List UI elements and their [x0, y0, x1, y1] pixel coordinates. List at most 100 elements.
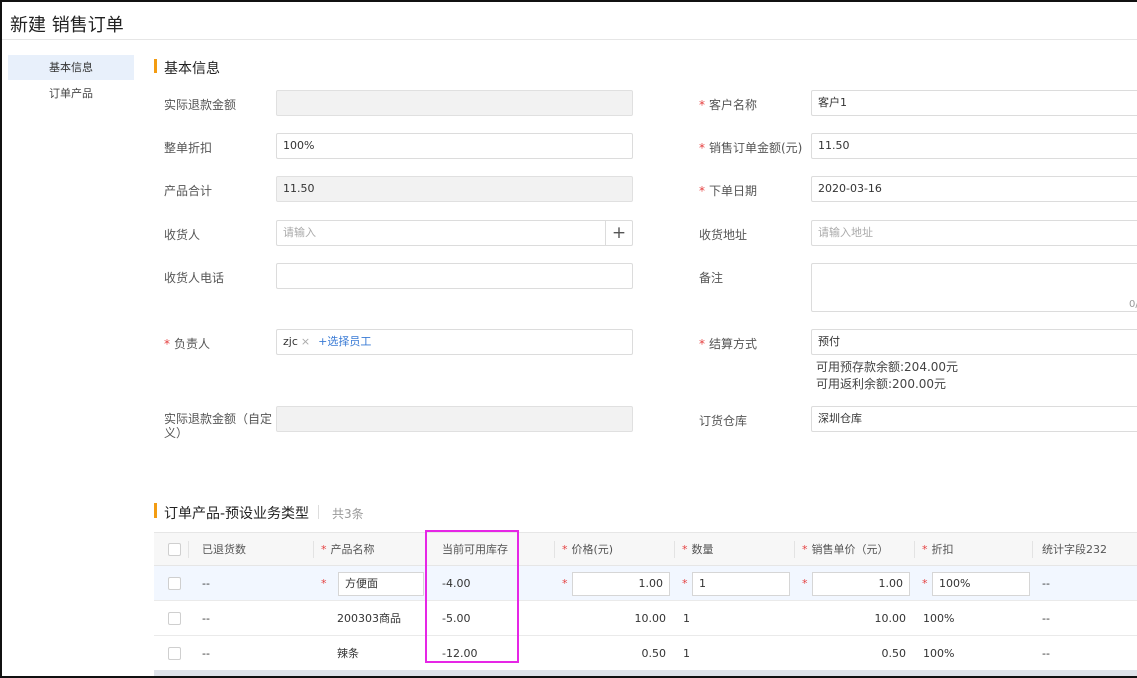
owner-label: * 负责人 — [164, 335, 210, 352]
app-window: 新建 销售订单 基本信息 订单产品 基本信息 实际退款金额 整单折扣 100% … — [0, 0, 1137, 678]
products-table: 已退货数 * 产品名称 当前可用库存 * 价格(元) * 数量 * 销售单价（元） * 折… — [154, 532, 1137, 676]
discount-cell: 100% — [923, 646, 955, 660]
column-header[interactable]: 已退货数 — [202, 533, 246, 565]
required-mark: * — [562, 576, 568, 590]
customer-label: * 客户名称 — [699, 96, 757, 113]
warehouse-label: 订货仓库 — [699, 414, 748, 428]
rebate-balance-text: 可用返利余额:200.00元 — [816, 377, 947, 391]
column-divider — [313, 541, 314, 558]
column-header[interactable]: 当前可用库存 — [442, 533, 508, 565]
owner-tag: zjc — [283, 335, 298, 348]
unit-price-cell: 0.50 — [881, 646, 907, 660]
section-title-products: 订单产品-预设业务类型 — [164, 506, 310, 522]
stock-cell: -12.00 — [442, 646, 478, 660]
order-amount-label: * 销售订单金额(元) — [699, 139, 802, 156]
column-divider — [554, 541, 555, 558]
column-header[interactable]: * 价格(元) — [562, 533, 613, 565]
sidebar-item-basic-info[interactable]: 基本信息 — [8, 55, 134, 80]
returned-qty-cell: -- — [202, 646, 210, 660]
quantity-input[interactable]: 1 — [692, 572, 790, 596]
owner-selector[interactable]: zjc × +选择员工 — [276, 329, 633, 355]
table-header: 已退货数 * 产品名称 当前可用库存 * 价格(元) * 数量 * 销售单价（元） * 折… — [154, 533, 1137, 566]
returned-qty-cell: -- — [202, 611, 210, 625]
row-checkbox[interactable] — [168, 646, 181, 660]
product-count: 共3条 — [332, 507, 364, 521]
required-mark: * — [164, 337, 170, 351]
column-header-label: 数量 — [691, 543, 714, 556]
required-mark: * — [321, 542, 327, 556]
actual-refund-label: 实际退款金额 — [164, 98, 237, 112]
header-divider — [2, 39, 1137, 40]
column-divider — [794, 541, 795, 558]
column-header[interactable]: * 折扣 — [922, 533, 954, 565]
remark-label: 备注 — [699, 271, 724, 285]
remark-char-counter: 0/ — [1129, 299, 1137, 310]
column-header-label: 销售单价（元） — [811, 543, 889, 556]
receiver-phone-input[interactable] — [276, 263, 633, 289]
receiver-phone-label: 收货人电话 — [164, 271, 225, 285]
remark-textarea[interactable]: 0/ — [811, 263, 1137, 312]
select-all-checkbox[interactable] — [168, 542, 181, 556]
required-mark: * — [802, 576, 808, 590]
section-title-basic: 基本信息 — [164, 61, 220, 77]
product-name-cell: 辣条 — [337, 647, 359, 660]
order-date-input[interactable]: 2020-03-16 — [811, 176, 1137, 202]
unit-price-input[interactable]: 1.00 — [812, 572, 910, 596]
address-input[interactable]: 请输入地址 — [811, 220, 1137, 246]
stock-cell: -4.00 — [442, 576, 471, 590]
order-date-label: * 下单日期 — [699, 182, 757, 199]
tag-close-icon[interactable]: × — [301, 335, 310, 348]
product-total-input[interactable]: 11.50 — [276, 176, 633, 202]
column-divider — [188, 541, 189, 558]
receiver-input[interactable]: 请输入 + — [276, 220, 633, 246]
order-amount-input[interactable]: 11.50 — [811, 133, 1137, 159]
column-header[interactable]: * 销售单价（元） — [802, 533, 889, 565]
section-accent-bar — [154, 503, 157, 518]
price-input[interactable]: 1.00 — [572, 572, 670, 596]
table-row[interactable]: -- 辣条 -12.00 0.50 1 0.50 100% -- — [154, 636, 1137, 671]
prepaid-balance-text: 可用预存款余额:204.00元 — [816, 360, 959, 374]
horizontal-scrollbar[interactable] — [154, 670, 1137, 676]
column-header[interactable]: * 数量 — [682, 533, 714, 565]
owner-label-text: 负责人 — [174, 337, 211, 351]
discount-cell: 100% — [923, 611, 955, 625]
sidebar-item-order-products[interactable]: 订单产品 — [8, 81, 134, 106]
column-header[interactable]: 统计字段232 — [1042, 533, 1107, 565]
settlement-select[interactable]: 预付 — [811, 329, 1137, 355]
table-row[interactable]: -- * 方便面 -4.00 * 1.00 * 1 * 1.00 * 100% … — [154, 566, 1137, 601]
select-employee-link[interactable]: +选择员工 — [318, 335, 371, 348]
actual-refund-custom-label: 实际退款金额（自定义） — [164, 412, 273, 440]
plus-icon[interactable]: + — [605, 221, 632, 245]
discount-label: 整单折扣 — [164, 141, 213, 155]
returned-qty-cell: -- — [202, 576, 210, 590]
row-checkbox[interactable] — [168, 576, 181, 590]
section-divider — [318, 505, 319, 519]
actual-refund-input[interactable] — [276, 90, 633, 116]
warehouse-select[interactable]: 深圳仓库 — [811, 406, 1137, 432]
quantity-cell: 1 — [683, 646, 690, 660]
required-mark: * — [699, 337, 705, 351]
order-amount-label-text: 销售订单金额(元) — [709, 141, 803, 155]
required-mark: * — [699, 141, 705, 155]
customer-label-text: 客户名称 — [709, 98, 758, 112]
price-cell: 0.50 — [641, 646, 667, 660]
column-header[interactable]: * 产品名称 — [321, 533, 375, 565]
column-divider — [426, 541, 427, 558]
required-mark: * — [699, 184, 705, 198]
product-name-input[interactable]: 方便面 — [338, 572, 424, 596]
row-checkbox[interactable] — [168, 611, 181, 625]
customer-input[interactable]: 客户1 — [811, 90, 1137, 116]
discount-input[interactable]: 100% — [276, 133, 633, 159]
table-row[interactable]: -- 200303商品 -5.00 10.00 1 10.00 100% -- — [154, 601, 1137, 636]
stat-field-cell: -- — [1042, 576, 1050, 590]
stat-field-cell: -- — [1042, 611, 1050, 625]
receiver-label: 收货人 — [164, 228, 201, 242]
column-header-label: 价格(元) — [571, 543, 614, 556]
discount-input[interactable]: 100% — [932, 572, 1030, 596]
order-date-label-text: 下单日期 — [709, 184, 758, 198]
required-mark: * — [802, 542, 808, 556]
page-title: 新建 销售订单 — [10, 15, 124, 36]
actual-refund-custom-input[interactable] — [276, 406, 633, 432]
stock-cell: -5.00 — [442, 611, 471, 625]
receiver-placeholder: 请输入 — [283, 226, 316, 239]
